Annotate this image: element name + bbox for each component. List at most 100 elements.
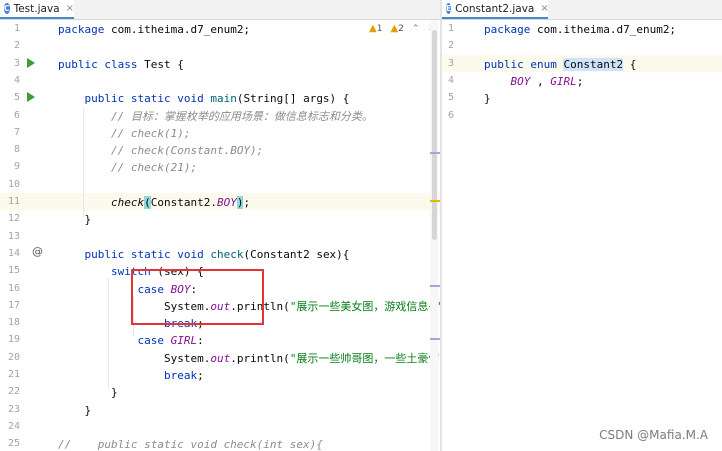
code-text[interactable]: break; [58, 315, 204, 332]
code-line[interactable]: 6 [442, 107, 722, 124]
code-line[interactable]: 3 public class Test { [0, 55, 441, 72]
line-number[interactable]: 9 [0, 161, 20, 172]
line-number[interactable]: 12 [0, 213, 20, 224]
code-line[interactable]: 4 BOY , GIRL; [442, 72, 722, 89]
line-number[interactable]: 7 [0, 127, 20, 138]
line-number[interactable]: 14 [0, 248, 20, 259]
line-number[interactable]: 19 [0, 334, 20, 345]
line-number[interactable]: 4 [0, 75, 20, 86]
line-number[interactable]: 5 [442, 92, 454, 103]
code-line[interactable]: 5} [442, 89, 722, 106]
code-line[interactable]: 7 // check(1); [0, 124, 441, 141]
code-text[interactable]: public static void main(String[] args) { [58, 90, 350, 107]
editor-pane-test-java[interactable]: C Test.java × ▲1 ▲2 ⌃ ⌄ 1package com.ith… [0, 0, 441, 451]
code-line[interactable]: 1 package com.itheima.d7_enum2; [442, 20, 722, 37]
code-text[interactable]: case BOY: [58, 281, 197, 298]
code-text[interactable]: case GIRL: [58, 332, 204, 349]
code-line[interactable]: 16 case BOY: [0, 280, 441, 297]
code-line[interactable]: 5 public static void main(String[] args)… [0, 89, 441, 106]
close-tab-icon[interactable]: × [66, 3, 74, 14]
code-line[interactable]: 12 } [0, 210, 441, 227]
line-number[interactable]: 16 [0, 283, 20, 294]
code-text[interactable]: } [58, 211, 91, 228]
code-line[interactable]: 9 // check(21); [0, 158, 441, 175]
tab-test-java[interactable]: C Test.java × [0, 0, 74, 19]
run-gutter-icon[interactable] [27, 57, 35, 68]
scroll-marker [430, 285, 440, 287]
close-tab-icon[interactable]: × [540, 3, 548, 14]
line-number[interactable]: 25 [0, 438, 20, 449]
line-number[interactable]: 2 [0, 40, 20, 51]
line-number[interactable]: 11 [0, 196, 20, 207]
code-text[interactable]: break; [58, 367, 204, 384]
code-token: // 目标：掌握枚举的应用场景：做信息标志和分类。 [110, 109, 373, 123]
code-line[interactable]: 11 check(Constant2.BOY); [0, 193, 441, 210]
line-number[interactable]: 6 [0, 110, 20, 121]
code-text[interactable]: public static void check(Constant2 sex){ [58, 246, 350, 263]
line-number[interactable]: 20 [0, 352, 20, 363]
code-text[interactable]: // check(1); [58, 125, 190, 142]
code-token: : [197, 334, 204, 348]
code-line[interactable]: 8 // check(Constant.BOY); [0, 141, 441, 158]
code-line[interactable]: 6 // 目标：掌握枚举的应用场景：做信息标志和分类。 [0, 107, 441, 124]
code-line[interactable]: 14 @ public static void check(Constant2 s… [0, 245, 441, 262]
scrollbar-thumb[interactable] [432, 30, 437, 240]
code-text[interactable]: // public static void check(int sex){ [58, 436, 323, 451]
code-text[interactable]: public enum Constant2 { [484, 56, 636, 73]
code-token: , [530, 74, 551, 88]
code-line[interactable]: 15 switch (sex) { [0, 262, 441, 279]
code-line[interactable]: 1 package com.itheima.d7_enum2; [0, 20, 441, 37]
code-line[interactable]: 2 [442, 37, 722, 54]
code-line[interactable]: 19 case GIRL: [0, 331, 441, 348]
code-text[interactable]: switch (sex) { [58, 263, 204, 280]
code-line[interactable]: 22 } [0, 383, 441, 400]
line-number[interactable]: 24 [0, 421, 20, 432]
code-line[interactable]: 17 System.out.println("展示一些美女图，游戏信息~"); [0, 297, 441, 314]
line-number[interactable]: 21 [0, 369, 20, 380]
code-text[interactable]: BOY , GIRL; [484, 73, 584, 90]
line-number[interactable]: 10 [0, 179, 20, 190]
code-line[interactable]: 3 public enum Constant2 { [442, 54, 722, 73]
code-line[interactable]: 23 } [0, 401, 441, 418]
code-text[interactable]: check(Constant2.BOY); [58, 194, 250, 211]
tab-constant2-java[interactable]: E Constant2.java × [442, 0, 549, 19]
line-number[interactable]: 4 [442, 75, 454, 86]
line-number[interactable]: 6 [442, 110, 454, 121]
line-number[interactable]: 1 [442, 23, 454, 34]
line-number[interactable]: 2 [442, 40, 454, 51]
code-line[interactable]: 10 [0, 176, 441, 193]
code-text[interactable]: System.out.println("展示一些美女图，游戏信息~"); [58, 298, 441, 315]
line-number[interactable]: 15 [0, 265, 20, 276]
code-line[interactable]: 21 break; [0, 366, 441, 383]
code-line[interactable]: 13 [0, 228, 441, 245]
line-number[interactable]: 8 [0, 144, 20, 155]
code-text[interactable]: } [58, 402, 91, 419]
overrides-gutter-icon[interactable]: @ [32, 245, 43, 258]
run-gutter-icon[interactable] [27, 92, 35, 103]
code-token: ; [576, 74, 584, 88]
code-line[interactable]: 24 [0, 418, 441, 435]
code-line[interactable]: 18 break; [0, 314, 441, 331]
code-text[interactable]: // check(Constant.BOY); [58, 142, 263, 159]
code-text[interactable]: // check(21); [58, 159, 197, 176]
line-number[interactable]: 3 [442, 58, 454, 69]
code-line[interactable]: 2 [0, 37, 441, 54]
line-number[interactable]: 5 [0, 92, 20, 103]
line-number[interactable]: 1 [0, 23, 20, 34]
line-number[interactable]: 22 [0, 386, 20, 397]
code-text[interactable]: // 目标：掌握枚举的应用场景：做信息标志和分类。 [58, 108, 373, 125]
line-number[interactable]: 23 [0, 404, 20, 415]
line-number[interactable]: 3 [0, 58, 20, 69]
code-text[interactable]: public class Test { [58, 56, 184, 73]
line-number[interactable]: 17 [0, 300, 20, 311]
editor-pane-constant2-java[interactable]: E Constant2.java × 1 package com.itheima.… [442, 0, 722, 451]
line-number[interactable]: 18 [0, 317, 20, 328]
code-line[interactable]: 25 // public static void check(int sex){ [0, 435, 441, 451]
code-line[interactable]: 4 [0, 72, 441, 89]
code-text[interactable]: System.out.println("展示一些帅哥图，一些土豪信息~" [58, 350, 441, 367]
code-text[interactable]: package com.itheima.d7_enum2; [484, 21, 676, 38]
code-text[interactable]: } [484, 90, 491, 107]
code-line[interactable]: 20 System.out.println("展示一些帅哥图，一些土豪信息~" [0, 349, 441, 366]
code-text[interactable]: package com.itheima.d7_enum2; [58, 21, 250, 38]
line-number[interactable]: 13 [0, 231, 20, 242]
